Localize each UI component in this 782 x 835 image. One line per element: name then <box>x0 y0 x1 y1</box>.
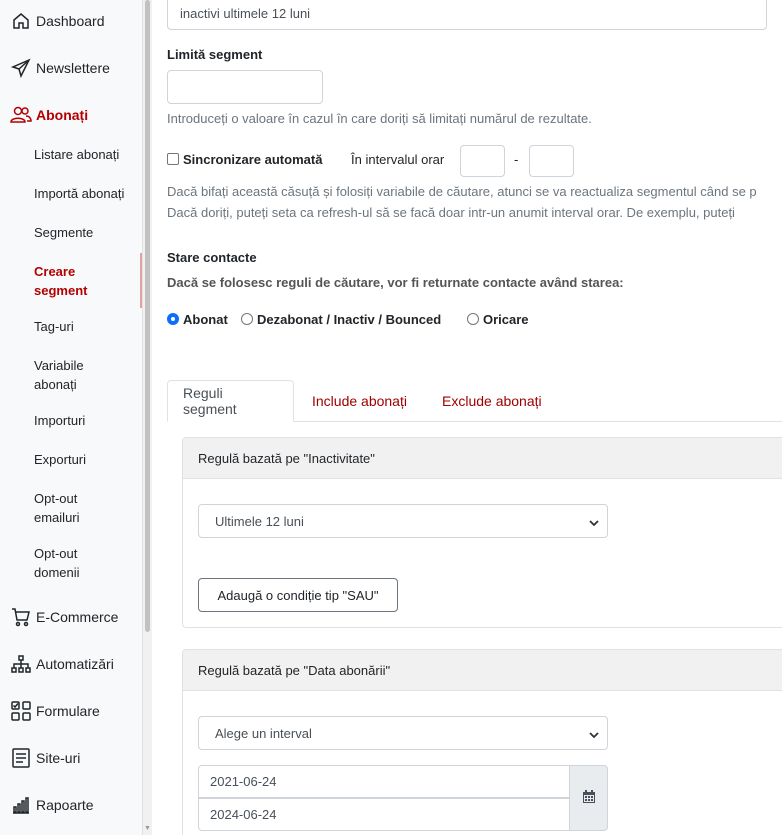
sidebar-subitem-segmente[interactable]: Segmente <box>34 223 134 242</box>
scroll-down-arrow-icon[interactable]: ▼ <box>144 825 151 832</box>
main-content: inactivi ultimele 12 luni Limită segment… <box>152 0 782 835</box>
sidebar-item-newslettere[interactable]: Newslettere <box>10 57 110 79</box>
rule-card-title: Regulă bazată pe "Inactivitate" <box>183 438 782 479</box>
date-from-input[interactable]: 2021-06-24 <box>198 765 570 798</box>
sidebar-item-label: Newslettere <box>36 60 110 76</box>
tab-reguli-segment[interactable]: Reguli segment <box>167 380 294 422</box>
add-or-condition-button[interactable]: Adaugă o condiție tip "SAU" <box>198 578 398 612</box>
tab-exclude-abonati[interactable]: Exclude abonați <box>442 380 542 422</box>
sidebar-subitem-importuri[interactable]: Importuri <box>34 411 134 430</box>
home-icon <box>10 10 32 32</box>
send-icon <box>10 57 32 79</box>
sidebar-item-formulare[interactable]: Formulare <box>10 700 100 722</box>
sidebar: Dashboard Newslettere Abonați Listare ab… <box>0 0 143 835</box>
sidebar-item-label: Automatizări <box>36 656 114 672</box>
limit-input[interactable] <box>167 70 323 104</box>
sidebar-subitem-tag-uri[interactable]: Tag-uri <box>34 317 134 336</box>
description-input[interactable]: inactivi ultimele 12 luni <box>167 0 767 30</box>
sidebar-subitem-listare[interactable]: Listare abonați <box>34 145 134 164</box>
status-label-abonat: Abonat <box>183 312 228 327</box>
rule-card-inactivitate: Regulă bazată pe "Inactivitate" Ultimele… <box>182 437 782 628</box>
users-icon <box>10 104 32 126</box>
chevron-down-icon <box>589 516 599 531</box>
rule-card-data-abonarii: Regulă bazată pe "Data abonării" Alege u… <box>182 649 782 835</box>
calendar-icon <box>582 789 596 807</box>
sync-label: Sincronizare automată <box>183 152 323 167</box>
interval-to-input[interactable] <box>529 145 574 177</box>
sidebar-item-automatizari[interactable]: Automatizări <box>10 653 114 675</box>
sidebar-item-label: Formulare <box>36 703 100 719</box>
tab-include-abonati[interactable]: Include abonați <box>312 380 407 422</box>
sync-help-line-2: Dacă doriți, puteți seta ca refresh-ul s… <box>167 205 735 220</box>
limit-help: Introduceți o valoare în cazul în care d… <box>167 111 592 126</box>
rule-card-title: Regulă bazată pe "Data abonării" <box>183 650 782 691</box>
sidebar-scrollbar-thumb[interactable] <box>145 0 150 632</box>
select-value: Ultimele 12 luni <box>215 513 304 529</box>
sidebar-item-label: Abonați <box>36 107 89 123</box>
sidebar-subitem-creare-segment[interactable]: Creare segment <box>34 262 104 300</box>
sidebar-item-abonati[interactable]: Abonați <box>10 104 88 126</box>
inactivity-select[interactable]: Ultimele 12 luni <box>198 504 608 538</box>
sidebar-item-site-uri[interactable]: Site-uri <box>10 747 80 769</box>
status-radio-dezabonat[interactable] <box>241 313 253 325</box>
sidebar-subitem-exporturi[interactable]: Exporturi <box>34 450 134 469</box>
sidebar-item-dashboard[interactable]: Dashboard <box>10 10 105 32</box>
status-radio-oricare[interactable] <box>467 313 479 325</box>
form-icon <box>10 700 32 722</box>
sidebar-item-label: E-Commerce <box>36 609 119 625</box>
interval-from-input[interactable] <box>460 145 505 177</box>
sidebar-subitem-importa[interactable]: Importă abonați <box>34 184 134 203</box>
date-picker-button[interactable] <box>569 765 608 831</box>
status-radio-abonat[interactable] <box>167 313 179 325</box>
limit-label: Limită segment <box>167 47 263 62</box>
date-to-input[interactable]: 2024-06-24 <box>198 798 570 831</box>
sidebar-item-ecommerce[interactable]: E-Commerce <box>10 606 118 628</box>
status-title: Stare contacte <box>167 250 257 265</box>
sitemap-icon <box>10 653 32 675</box>
chevron-down-icon <box>589 728 599 743</box>
sync-help-line-1: Dacă bifați această căsuță și folosiți v… <box>167 184 757 199</box>
interval-label: În intervalul orar <box>351 152 445 167</box>
sidebar-item-rapoarte[interactable]: Rapoarte <box>10 794 94 816</box>
interval-separator: - <box>514 152 519 167</box>
sync-checkbox[interactable] <box>167 153 179 165</box>
active-indicator <box>140 253 142 308</box>
sidebar-item-label: Site-uri <box>36 750 81 766</box>
sidebar-item-label: Dashboard <box>36 13 105 29</box>
site-icon <box>10 747 32 769</box>
status-label-dezabonat: Dezabonat / Inactiv / Bounced <box>257 312 442 327</box>
status-subtitle: Dacă se folosesc reguli de căutare, vor … <box>167 275 624 290</box>
sidebar-subitem-optout-emailuri[interactable]: Opt-out emailuri <box>34 489 94 527</box>
select-value: Alege un interval <box>215 725 312 741</box>
status-label-oricare: Oricare <box>483 312 529 327</box>
interval-select[interactable]: Alege un interval <box>198 716 608 750</box>
chart-icon <box>10 794 32 816</box>
sidebar-subitem-optout-domenii[interactable]: Opt-out domenii <box>34 544 94 582</box>
sidebar-subitem-variabile[interactable]: Variabile abonați <box>34 356 104 394</box>
sidebar-item-label: Rapoarte <box>36 797 94 813</box>
cart-icon <box>10 606 32 628</box>
